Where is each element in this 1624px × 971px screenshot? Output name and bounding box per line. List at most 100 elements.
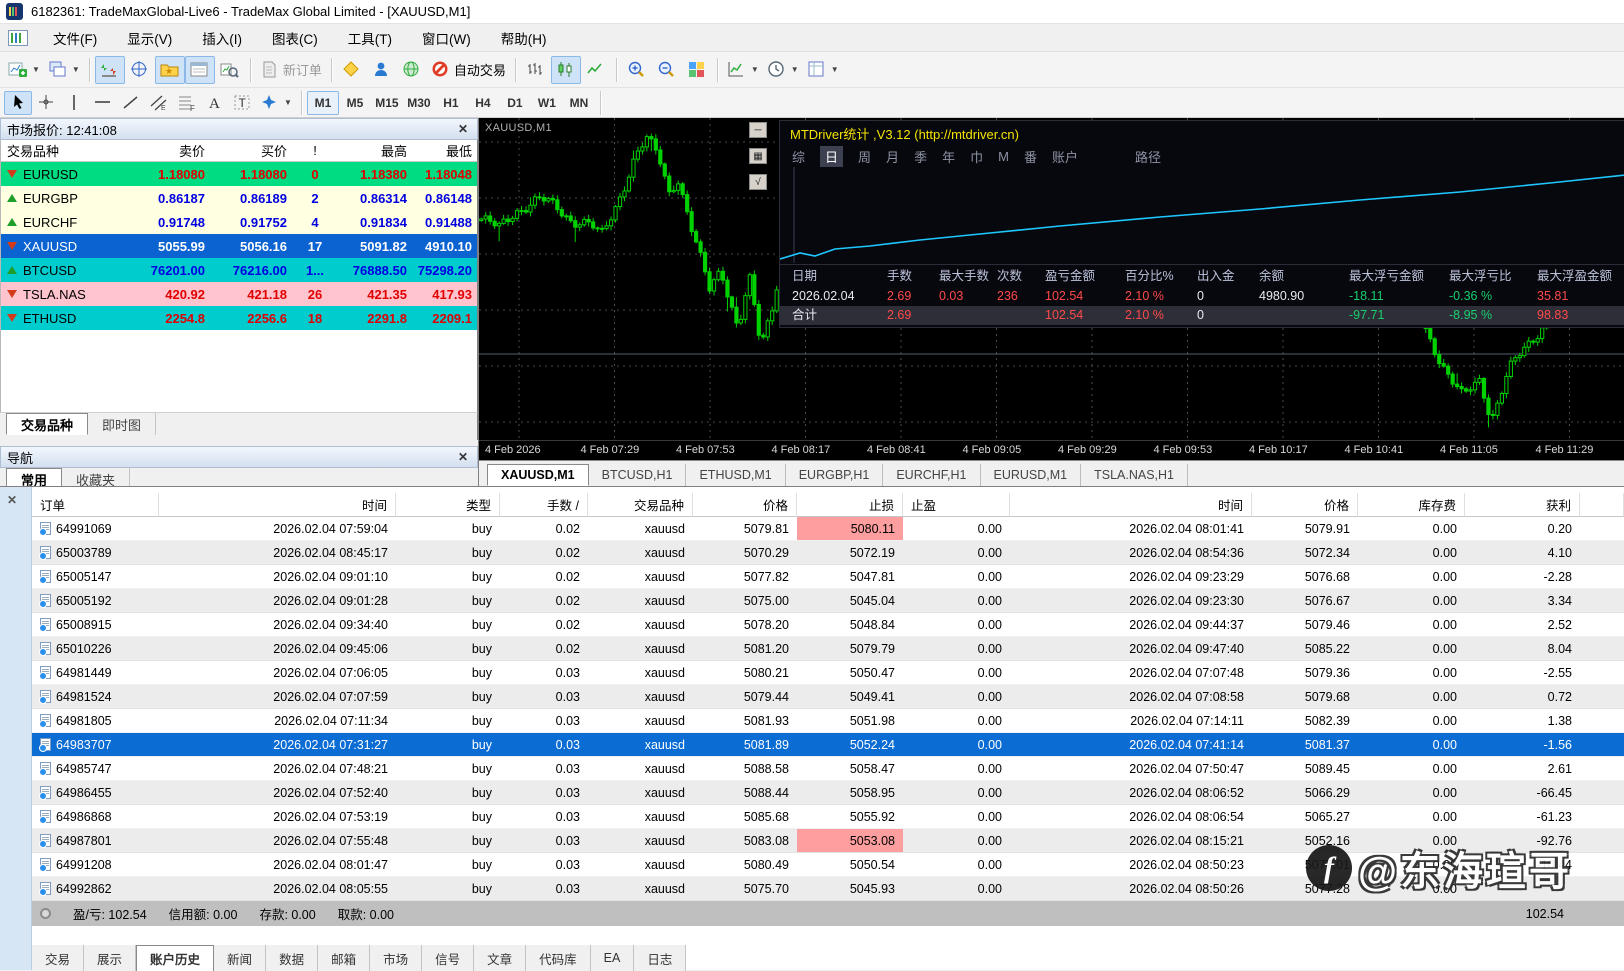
menu-item-5[interactable]: 窗口(W) xyxy=(407,24,486,51)
candles-button[interactable] xyxy=(550,55,581,84)
terminal-tab-邮箱[interactable]: 邮箱 xyxy=(318,945,371,971)
chart-tab-EURGBPH1[interactable]: EURGBP,H1 xyxy=(786,464,884,486)
symbol-cell[interactable]: EURGBP xyxy=(1,186,129,210)
timeframe-m1[interactable]: M1 xyxy=(306,90,339,115)
symbol-cell[interactable]: EURUSD xyxy=(1,162,129,186)
terminal-tab-信号[interactable]: 信号 xyxy=(422,945,475,971)
menu-item-1[interactable]: 显示(V) xyxy=(112,24,187,51)
autotrading-button[interactable]: 自动交易 xyxy=(427,56,510,84)
timeframe-d1[interactable]: D1 xyxy=(499,91,531,115)
order-row[interactable]: 64991208 2026.02.04 08:01:47 buy 0.03 xauusd… xyxy=(32,853,1624,877)
orders-column-header-2[interactable]: 类型 xyxy=(396,493,500,517)
order-row[interactable]: 64992862 2026.02.04 08:05:55 buy 0.03 xauusd… xyxy=(32,877,1624,901)
order-row[interactable]: 65005147 2026.02.04 09:01:10 buy 0.02 xauusd… xyxy=(32,565,1624,589)
mw-column-header-4[interactable]: 最高 xyxy=(337,140,413,162)
terminal-tab-市场[interactable]: 市场 xyxy=(370,945,423,971)
chart-tab-XAUUSDM1[interactable]: XAUUSD,M1 xyxy=(487,464,589,486)
market-watch-tab-交易品种[interactable]: 交易品种 xyxy=(6,413,89,435)
order-row[interactable]: 64987801 2026.02.04 07:55:48 buy 0.03 xauusd… xyxy=(32,829,1624,853)
navigator-tab-常用[interactable]: 常用 xyxy=(6,468,63,486)
symbol-cell[interactable]: XAUUSD xyxy=(1,234,129,258)
timeframe-h4[interactable]: H4 xyxy=(467,91,499,115)
orders-column-header-8[interactable]: 时间 xyxy=(1010,493,1252,517)
terminal-tab-代码库[interactable]: 代码库 xyxy=(526,945,591,971)
mtdriver-tab-M[interactable]: M xyxy=(998,149,1009,164)
mtdriver-tab-账户[interactable]: 账户 xyxy=(1052,147,1078,166)
shapes-button[interactable]: ▼ xyxy=(256,91,296,115)
mtdriver-tab-周[interactable]: 周 xyxy=(858,147,871,166)
order-row[interactable]: 65010226 2026.02.04 09:45:06 buy 0.02 xauusd… xyxy=(32,637,1624,661)
mtdriver-tab-年[interactable]: 年 xyxy=(942,147,955,166)
timeframe-mn[interactable]: MN xyxy=(563,91,595,115)
tile-button[interactable] xyxy=(682,56,712,84)
menu-item-4[interactable]: 工具(T) xyxy=(333,24,407,51)
navigator-button[interactable]: ★ xyxy=(154,55,185,84)
terminal-tab-日志[interactable]: 日志 xyxy=(634,945,687,971)
vline-button[interactable] xyxy=(60,91,88,115)
mtdriver-tab-季[interactable]: 季 xyxy=(914,147,927,166)
mw-column-header-2[interactable]: 买价 xyxy=(211,140,293,162)
trendline-button[interactable] xyxy=(116,91,144,115)
timeframe-h1[interactable]: H1 xyxy=(435,91,467,115)
timeframe-m30[interactable]: M30 xyxy=(403,91,435,115)
chart-tab-EURUSDM1[interactable]: EURUSD,M1 xyxy=(981,464,1082,486)
cursor-button[interactable] xyxy=(4,90,32,115)
mw-column-header-0[interactable]: 交易品种 xyxy=(1,140,129,162)
timeframe-w1[interactable]: W1 xyxy=(531,91,563,115)
order-row[interactable]: 65003789 2026.02.04 08:45:17 buy 0.02 xauusd… xyxy=(32,541,1624,565)
menu-item-6[interactable]: 帮助(H) xyxy=(486,24,562,51)
chart-tab-TSLANASH1[interactable]: TSLA.NAS,H1 xyxy=(1081,464,1189,486)
menu-item-0[interactable]: 文件(F) xyxy=(38,24,112,51)
mtdriver-tab-月[interactable]: 月 xyxy=(886,147,899,166)
mw-column-header-5[interactable]: 最低 xyxy=(413,140,477,162)
new-chart-button[interactable]: ▼ xyxy=(4,56,44,84)
minimize-button[interactable]: ─ xyxy=(749,122,767,138)
orders-column-header-10[interactable]: 库存费 xyxy=(1358,493,1465,517)
order-row[interactable]: 64986868 2026.02.04 07:53:19 buy 0.03 xauusd… xyxy=(32,805,1624,829)
orders-column-header-1[interactable]: 时间 xyxy=(159,493,396,517)
chart-shot-button[interactable]: ▦ xyxy=(749,148,767,164)
search-button[interactable] xyxy=(397,56,427,84)
metaeditor-button[interactable] xyxy=(337,56,367,84)
terminal-button[interactable] xyxy=(184,55,215,84)
channel-button[interactable]: E xyxy=(144,91,172,115)
terminal-tab-文章[interactable]: 文章 xyxy=(474,945,527,971)
chart-tab-ETHUSDM1[interactable]: ETHUSD,M1 xyxy=(686,464,786,486)
mtdriver-tab-综[interactable]: 综 xyxy=(792,147,805,166)
community-button[interactable] xyxy=(367,56,397,84)
orders-column-header-9[interactable]: 价格 xyxy=(1252,493,1358,517)
orders-column-header-7[interactable]: 止盈 xyxy=(903,493,1010,517)
mtdriver-tab-番[interactable]: 番 xyxy=(1024,147,1037,166)
fibo-button[interactable]: F xyxy=(172,91,200,115)
order-row[interactable]: 64981524 2026.02.04 07:07:59 buy 0.03 xauusd… xyxy=(32,685,1624,709)
hline-button[interactable] xyxy=(88,91,116,115)
mtdriver-tab-巾[interactable]: 巾 xyxy=(970,147,983,166)
order-row[interactable]: 64981449 2026.02.04 07:06:05 buy 0.03 xauusd… xyxy=(32,661,1624,685)
terminal-tab-账户历史[interactable]: 账户历史 xyxy=(136,945,215,971)
orders-column-header-6[interactable]: 止损 xyxy=(797,493,903,517)
terminal-tab-EA[interactable]: EA xyxy=(590,945,635,971)
mtdriver-path-label[interactable]: 路径 xyxy=(1135,147,1161,166)
terminal-tab-数据[interactable]: 数据 xyxy=(266,945,319,971)
symbol-cell[interactable]: ETHUSD xyxy=(1,306,129,330)
symbol-cell[interactable]: TSLA.NAS xyxy=(1,282,129,306)
market-watch-tab-即时图[interactable]: 即时图 xyxy=(88,413,157,435)
bars-button[interactable] xyxy=(521,56,551,84)
price-chart-canvas[interactable]: XAUUSD,M1 ─ ▦ √ MTDriver统计 ,V3.12 (http:… xyxy=(479,118,1624,440)
profiles-button[interactable]: ▼ xyxy=(44,56,84,84)
menu-item-2[interactable]: 插入(I) xyxy=(187,24,257,51)
market-watch-close-icon[interactable]: ✕ xyxy=(455,122,471,136)
orders-column-header-11[interactable]: 获利 xyxy=(1465,493,1580,517)
new-order-button[interactable]: 新订单 xyxy=(256,56,326,84)
navigator-tab-收藏夹[interactable]: 收藏夹 xyxy=(62,468,131,486)
zoom-out-button[interactable] xyxy=(652,56,682,84)
order-row[interactable]: 64981805 2026.02.04 07:11:34 buy 0.03 xauusd… xyxy=(32,709,1624,733)
mtdriver-tab-日[interactable]: 日 xyxy=(820,145,844,167)
order-row[interactable]: 64983707 2026.02.04 07:31:27 buy 0.03 xauusd… xyxy=(32,733,1624,757)
mw-column-header-3[interactable]: ! xyxy=(293,140,337,162)
timeframe-m15[interactable]: M15 xyxy=(371,91,403,115)
periods-button[interactable]: ▼ xyxy=(763,56,803,84)
symbol-cell[interactable]: EURCHF xyxy=(1,210,129,234)
order-row[interactable]: 64991069 2026.02.04 07:59:04 buy 0.02 xauusd… xyxy=(32,517,1624,541)
orders-column-header-5[interactable]: 价格 xyxy=(693,493,797,517)
